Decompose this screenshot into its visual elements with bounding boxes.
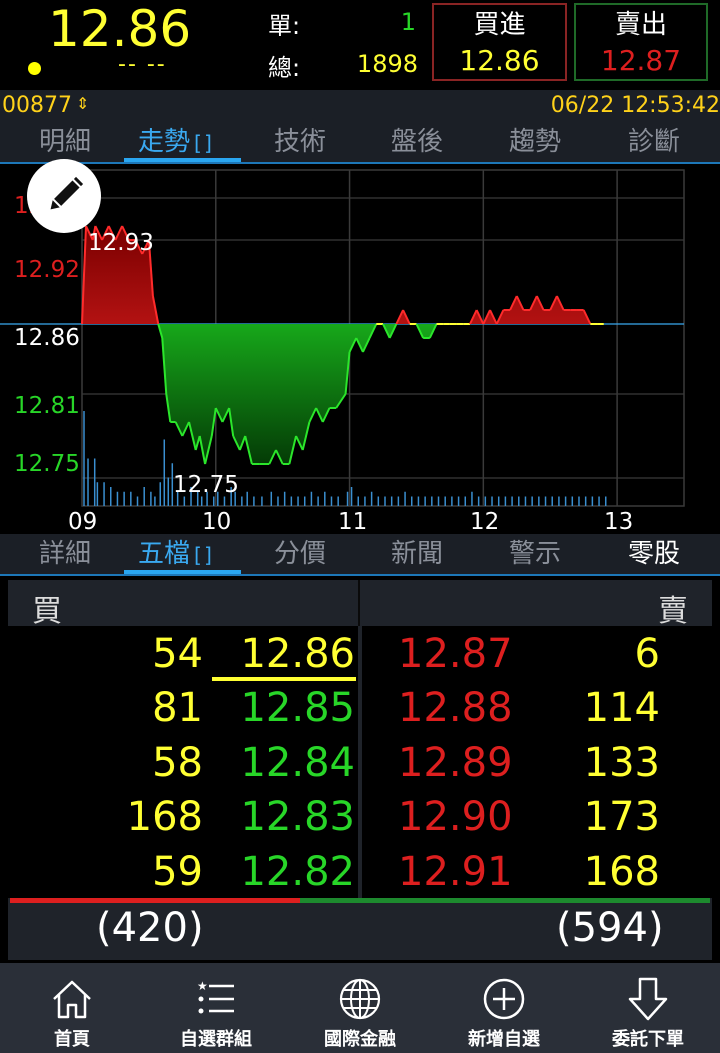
globe-icon — [339, 978, 381, 1020]
tab-trend-label: 走勢 — [138, 127, 191, 157]
ask-price[interactable]: 12.91 — [398, 845, 513, 899]
single-volume-value: 1 — [400, 8, 416, 36]
low-price-label: 12.75 — [173, 472, 239, 498]
tab-trend-analysis[interactable]: 趨勢 — [476, 122, 594, 162]
tab-alerts[interactable]: 警示 — [476, 534, 594, 574]
x-tick-label: 09 — [68, 509, 98, 535]
edit-button[interactable] — [27, 159, 101, 233]
tab-after-hours[interactable]: 盤後 — [358, 122, 476, 162]
buy-button-label: 買進 — [473, 10, 526, 40]
quote-datetime: 06/22 12:53:42 — [550, 93, 720, 118]
tab-trend[interactable]: 走勢[ ] — [124, 122, 242, 163]
last-price: 12.86 — [48, 0, 192, 58]
nav-home-label: 首頁 — [54, 1029, 90, 1050]
expand-icon: [ ] — [194, 543, 212, 567]
total-volume-label: 總: — [268, 54, 301, 82]
ask-price[interactable]: 12.87 — [398, 627, 513, 681]
bid-qty: 81 — [152, 685, 203, 731]
bottom-tab-bar: 詳細 五檔[ ] 分價 新聞 警示 零股 — [0, 534, 720, 576]
tab-diagnosis[interactable]: 診斷 — [595, 122, 713, 162]
y-tick-label: 12.75 — [14, 451, 80, 477]
bid-ratio-bar — [10, 898, 300, 903]
x-tick-label: 10 — [202, 509, 232, 535]
order-icon — [628, 977, 668, 1021]
price-change: -- -- — [118, 52, 167, 77]
bottom-nav: 首頁 ★ 自選群組 國際金融 新增自選 委託下單 — [0, 963, 720, 1053]
tab-details[interactable]: 明細 — [6, 122, 124, 162]
tab-divider — [0, 574, 720, 576]
ask-qty: 133 — [583, 740, 660, 786]
sell-button-price: 12.87 — [600, 44, 682, 77]
ask-qty: 114 — [583, 685, 660, 731]
price-fill — [82, 226, 604, 464]
high-price-label: 12.93 — [88, 230, 154, 256]
buy-button-price: 12.86 — [459, 44, 540, 77]
svg-text:★: ★ — [197, 979, 208, 993]
nav-add-watchlist[interactable]: 新增自選 — [432, 963, 576, 1053]
tab-price-dist[interactable]: 分價 — [241, 534, 359, 574]
status-dot — [28, 62, 41, 75]
bid-qty: 54 — [152, 631, 203, 677]
pencil-icon — [50, 176, 84, 210]
bid-qty: 168 — [126, 794, 203, 840]
bid-price[interactable]: 12.86 — [238, 627, 355, 681]
sell-button-label: 賣出 — [614, 10, 667, 40]
single-volume-label: 單: — [268, 12, 301, 40]
total-volume-value: 1898 — [356, 50, 418, 78]
sell-button[interactable]: 賣出 12.87 — [574, 3, 708, 81]
top-tab-bar: 明細 走勢[ ] 技術 盤後 趨勢 診斷 — [0, 122, 720, 164]
tab-odd-lot[interactable]: 零股 — [595, 534, 713, 574]
ask-header: 賣 — [658, 594, 688, 629]
ask-qty: 173 — [583, 794, 660, 840]
nav-watchlist-groups-label: 自選群組 — [180, 1029, 252, 1050]
tab-technical[interactable]: 技術 — [241, 122, 359, 162]
bid-price[interactable]: 12.83 — [238, 790, 355, 844]
ask-total: (594) — [556, 905, 664, 951]
bid-total: (420) — [96, 905, 204, 951]
list-icon: ★ — [197, 979, 234, 1014]
home-icon — [53, 980, 91, 1019]
x-tick-label: 13 — [604, 509, 634, 535]
nav-place-order[interactable]: 委託下單 — [576, 963, 720, 1053]
tab-five-levels-label: 五檔 — [138, 539, 191, 569]
quote-header: 12.86 -- -- 單: 1 總: 1898 買進 12.86 賣出 12.… — [0, 0, 720, 90]
buy-button[interactable]: 買進 12.86 — [432, 3, 567, 81]
volume-bars — [83, 411, 607, 506]
bid-qty: 59 — [152, 849, 203, 895]
ask-price[interactable]: 12.89 — [398, 736, 513, 790]
y-tick-label: 12.92 — [14, 257, 80, 283]
ask-price[interactable]: 12.88 — [398, 681, 513, 735]
ask-ratio-bar — [299, 898, 710, 903]
bid-price[interactable]: 12.84 — [238, 736, 355, 790]
nav-home[interactable]: 首頁 — [0, 963, 144, 1053]
bid-price[interactable]: 12.82 — [238, 845, 355, 899]
nav-international[interactable]: 國際金融 — [288, 963, 432, 1053]
bid-price[interactable]: 12.85 — [238, 681, 355, 735]
center-divider-rows — [358, 626, 362, 898]
tab-five-levels[interactable]: 五檔[ ] — [124, 534, 242, 575]
ask-qty: 6 — [634, 631, 660, 677]
nav-place-order-label: 委託下單 — [612, 1029, 684, 1050]
y-tick-label: 12.86 — [14, 325, 80, 351]
ask-qty: 168 — [583, 849, 660, 895]
x-tick-label: 12 — [470, 509, 500, 535]
sort-arrows-icon: ⇕ — [76, 94, 90, 113]
chart-svg — [0, 169, 685, 507]
y-tick-label: 12.81 — [14, 393, 80, 419]
add-icon — [483, 978, 525, 1020]
order-book: 買 賣 54 12.86 12.87 6 81 12.85 12.88 114 … — [8, 580, 712, 960]
tab-detail[interactable]: 詳細 — [6, 534, 124, 574]
nav-watchlist-groups[interactable]: ★ 自選群組 — [144, 963, 288, 1053]
nav-international-label: 國際金融 — [324, 1029, 396, 1050]
nav-add-watchlist-label: 新增自選 — [468, 1029, 540, 1050]
ask-price[interactable]: 12.90 — [398, 790, 513, 844]
x-tick-label: 11 — [338, 509, 368, 535]
price-chart[interactable]: 12. 12.92 12.86 12.81 12.75 12.93 12.75 … — [0, 164, 720, 536]
stock-code-text: 00877 — [2, 93, 72, 118]
bid-header: 買 — [32, 594, 62, 629]
bid-qty: 58 — [152, 740, 203, 786]
expand-icon: [ ] — [194, 131, 212, 155]
tab-news[interactable]: 新聞 — [358, 534, 476, 574]
stock-code[interactable]: 00877 ⇕ — [2, 93, 89, 118]
